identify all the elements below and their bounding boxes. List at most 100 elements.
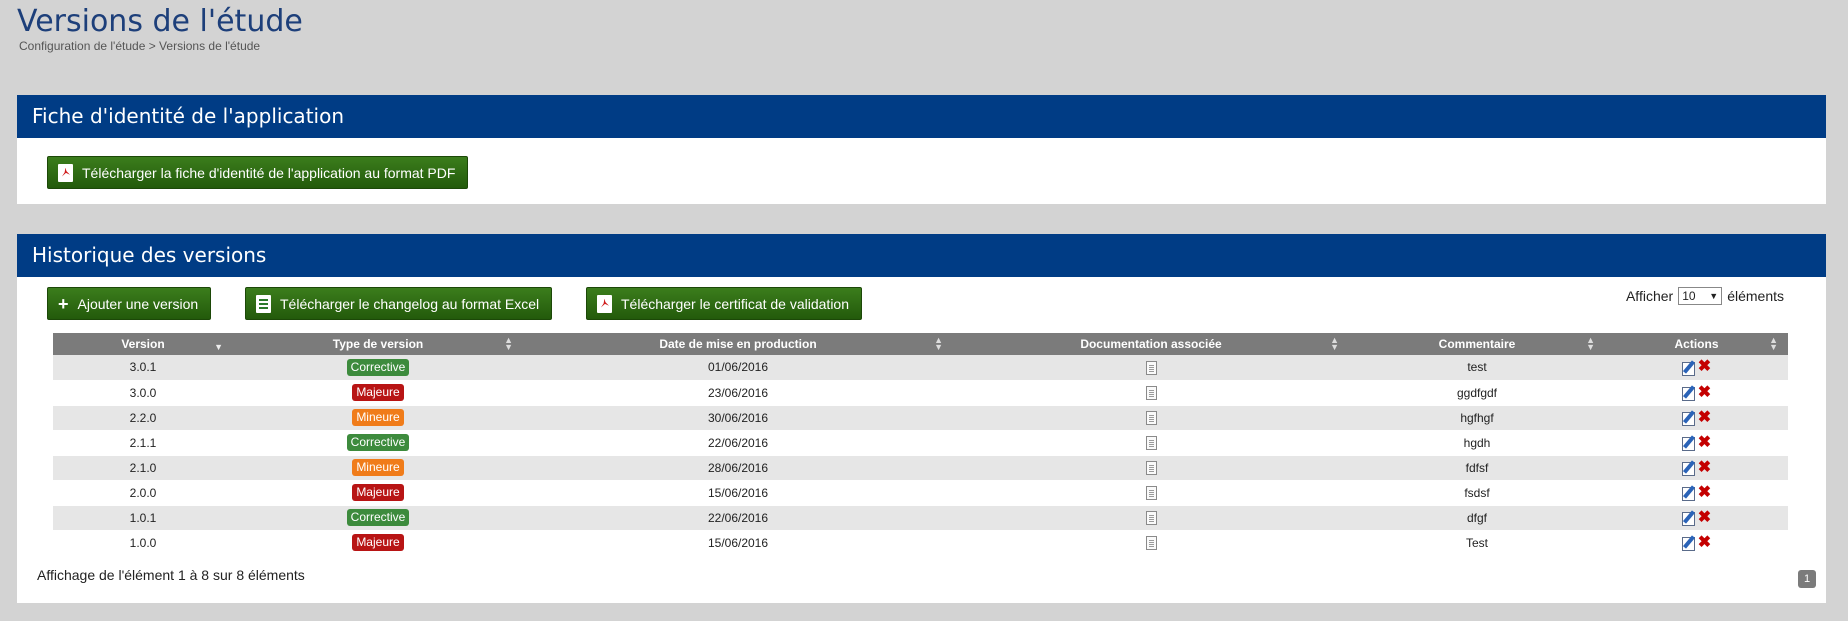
edit-icon[interactable] [1681,460,1697,476]
document-icon[interactable] [1145,460,1157,475]
column-header-actions[interactable]: Actions ▲ ▼ [1605,333,1788,355]
versions-table: Version ▼ Type de version ▲ ▼ Date de mis… [53,333,1788,556]
delete-icon[interactable]: ✖ [1698,484,1711,501]
version-type-badge: Majeure [352,484,404,501]
version-cell: 2.0.0 [53,480,233,506]
table-header-row: Version ▼ Type de version ▲ ▼ Date de mis… [53,333,1788,355]
delete-icon[interactable]: ✖ [1698,384,1711,401]
documentation-cell [953,380,1349,406]
column-header-date[interactable]: Date de mise en production ▲ ▼ [523,333,953,355]
delete-icon[interactable]: ✖ [1698,534,1711,551]
version-type-badge: Mineure [352,459,404,476]
documentation-cell [953,455,1349,481]
page-size-label-after: éléments [1727,288,1784,304]
actions-cell: ✖ [1605,430,1788,456]
version-type-badge: Corrective [346,358,410,376]
history-panel: Historique des versions + Ajouter une ve… [17,234,1826,603]
documentation-cell [953,430,1349,456]
identity-panel: Fiche d'identité de l'application Téléch… [17,95,1826,204]
version-type-badge: Mineure [352,409,404,426]
chevron-down-icon: ▼ [1709,291,1719,301]
delete-icon[interactable]: ✖ [1698,409,1711,426]
delete-icon[interactable]: ✖ [1698,459,1711,476]
version-type-badge: Majeure [352,384,404,401]
download-changelog-button[interactable]: Télécharger le changelog au format Excel [245,287,553,320]
type-cell: Majeure [233,530,523,556]
version-cell: 3.0.1 [53,355,233,381]
actions-cell: ✖ [1605,530,1788,556]
comment-cell: dfgf [1349,505,1605,531]
document-icon[interactable] [1145,360,1157,375]
version-cell: 3.0.0 [53,380,233,406]
document-icon[interactable] [1145,510,1157,525]
page-size-select[interactable]: 10 ▼ [1678,287,1723,305]
delete-icon[interactable]: ✖ [1698,509,1711,526]
identity-panel-title: Fiche d'identité de l'application [17,95,1826,138]
type-cell: Majeure [233,480,523,506]
sort-icon: ▲ ▼ [504,335,513,352]
table-row: 1.0.0 Majeure 15/06/2016 Test ✖ [53,530,1788,556]
comment-cell: hgfhgf [1349,405,1605,431]
add-version-button[interactable]: + Ajouter une version [47,287,212,320]
document-icon[interactable] [1145,385,1157,400]
column-header-comment[interactable]: Commentaire ▲ ▼ [1349,333,1605,355]
actions-cell: ✖ [1605,405,1788,431]
page-title: Versions de l'étude [17,4,303,39]
table-row: 1.0.1 Corrective 22/06/2016 dfgf ✖ [53,505,1788,531]
edit-icon[interactable] [1681,510,1697,526]
table-row: 2.0.0 Majeure 15/06/2016 fsdsf ✖ [53,480,1788,506]
document-icon[interactable] [1145,485,1157,500]
pdf-icon [597,294,612,313]
date-cell: 28/06/2016 [523,455,953,481]
documentation-cell [953,355,1349,381]
date-cell: 15/06/2016 [523,530,953,556]
pagination-page-1[interactable]: 1 [1798,570,1816,588]
type-cell: Corrective [233,430,523,456]
sort-desc-icon: ▼ [214,342,223,352]
delete-icon[interactable]: ✖ [1698,434,1711,451]
comment-cell: test [1349,355,1605,381]
sort-icon: ▲ ▼ [1769,335,1778,352]
column-header-documentation[interactable]: Documentation associée ▲ ▼ [953,333,1349,355]
date-cell: 22/06/2016 [523,505,953,531]
edit-icon[interactable] [1681,410,1697,426]
table-info: Affichage de l'élément 1 à 8 sur 8 éléme… [37,567,305,583]
document-icon[interactable] [1145,535,1157,550]
type-cell: Corrective [233,355,523,381]
sort-icon: ▲ ▼ [1586,335,1595,352]
pdf-icon [58,163,73,182]
date-cell: 01/06/2016 [523,355,953,381]
edit-icon[interactable] [1681,485,1697,501]
sort-icon: ▲ ▼ [934,335,943,352]
sort-icon: ▲ ▼ [1330,335,1339,352]
page-size-label-before: Afficher [1625,288,1674,304]
type-cell: Majeure [233,380,523,406]
date-cell: 15/06/2016 [523,480,953,506]
comment-cell: fdfsf [1349,455,1605,481]
page-size-control: Afficher 10 ▼ éléments [1626,287,1784,305]
delete-icon[interactable]: ✖ [1698,359,1711,375]
column-header-type[interactable]: Type de version ▲ ▼ [233,333,523,355]
documentation-cell [953,480,1349,506]
table-row: 2.2.0 Mineure 30/06/2016 hgfhgf ✖ [53,405,1788,431]
add-version-label: Ajouter une version [77,295,199,312]
download-identity-pdf-button[interactable]: Télécharger la fiche d'identité de l'app… [47,156,469,189]
actions-cell: ✖ [1605,480,1788,506]
comment-cell: ggdfgdf [1349,380,1605,406]
download-identity-pdf-label: Télécharger la fiche d'identité de l'app… [82,164,456,181]
actions-cell: ✖ [1605,505,1788,531]
column-header-version[interactable]: Version ▼ [53,333,233,355]
edit-icon[interactable] [1681,360,1697,376]
edit-icon[interactable] [1681,435,1697,451]
document-icon[interactable] [1145,410,1157,425]
download-certificate-button[interactable]: Télécharger le certificat de validation [586,287,863,320]
version-type-badge: Corrective [346,434,410,451]
actions-cell: ✖ [1605,455,1788,481]
table-row: 3.0.0 Majeure 23/06/2016 ggdfgdf ✖ [53,380,1788,406]
version-cell: 1.0.0 [53,530,233,556]
edit-icon[interactable] [1681,385,1697,401]
version-cell: 2.1.1 [53,430,233,456]
version-type-badge: Corrective [346,509,410,526]
edit-icon[interactable] [1681,535,1697,551]
document-icon[interactable] [1145,435,1157,450]
